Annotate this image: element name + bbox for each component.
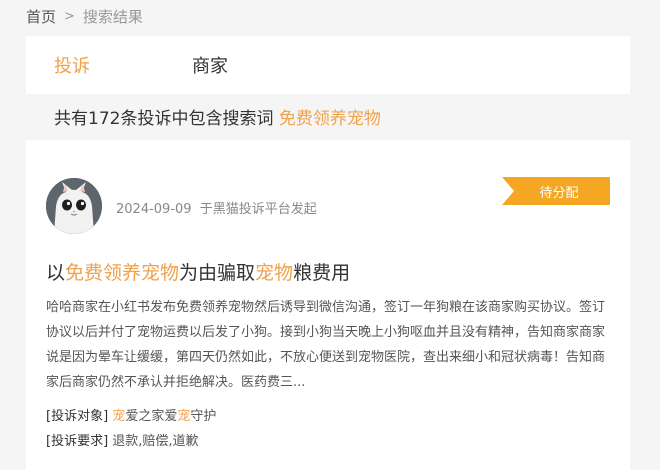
search-tabs: 投诉 商家: [26, 36, 630, 94]
complaint-demand-value: 退款,赔偿,道歉: [112, 434, 199, 449]
tab-merchants[interactable]: 商家: [192, 52, 228, 78]
summary-text: 共有172条投诉中包含搜索词: [54, 109, 274, 129]
complaint-date: 2024-09-09: [116, 202, 192, 217]
breadcrumb-separator: >: [64, 9, 75, 24]
complaint-demand-label: [投诉要求]: [46, 434, 109, 449]
search-summary: 共有172条投诉中包含搜索词 免费领养宠物: [54, 104, 381, 129]
title-keyword: 免费领养宠物: [65, 262, 180, 284]
title-text: 粮费用: [293, 262, 351, 284]
avatar: [46, 178, 102, 234]
breadcrumb: 首页 > 搜索结果: [26, 6, 143, 27]
summary-keyword: 免费领养宠物: [278, 109, 381, 129]
complaint-description: 哈哈商家在小红书发布免费领养宠物然后诱导到微信沟通，签订一年狗粮在该商家购买协议…: [46, 300, 606, 390]
title-text: 为由骗取: [179, 262, 256, 284]
target-keyword: 宠: [112, 409, 126, 424]
tab-complaints[interactable]: 投诉: [54, 52, 90, 78]
complaint-demand-row: [投诉要求] 退款,赔偿,道歉: [46, 430, 199, 449]
target-keyword: 宠: [177, 409, 191, 424]
complaint-target-value[interactable]: 宠爱之家爱宠守护: [112, 409, 216, 424]
status-badge: 待分配: [502, 177, 610, 205]
target-text: 守护: [190, 409, 217, 424]
complaint-meta: 2024-09-09 于黑猫投诉平台发起: [116, 198, 317, 217]
cat-avatar-icon: [46, 178, 102, 234]
title-keyword: 宠物: [255, 262, 294, 284]
complaint-title[interactable]: 以免费领养宠物为由骗取宠物粮费用: [46, 258, 350, 285]
complaint-target-row: [投诉对象] 宠爱之家爱宠守护: [46, 405, 216, 424]
complaint-card: 2024-09-09 于黑猫投诉平台发起 待分配 以免费领养宠物为由骗取宠物粮费…: [26, 140, 630, 470]
target-text: 爱之家爱: [125, 409, 178, 424]
breadcrumb-home-link[interactable]: 首页: [26, 6, 56, 27]
title-text: 以: [46, 262, 66, 284]
breadcrumb-current: 搜索结果: [82, 8, 143, 26]
complaint-target-label: [投诉对象]: [46, 409, 109, 424]
complaint-source: 于黑猫投诉平台发起: [199, 202, 317, 217]
